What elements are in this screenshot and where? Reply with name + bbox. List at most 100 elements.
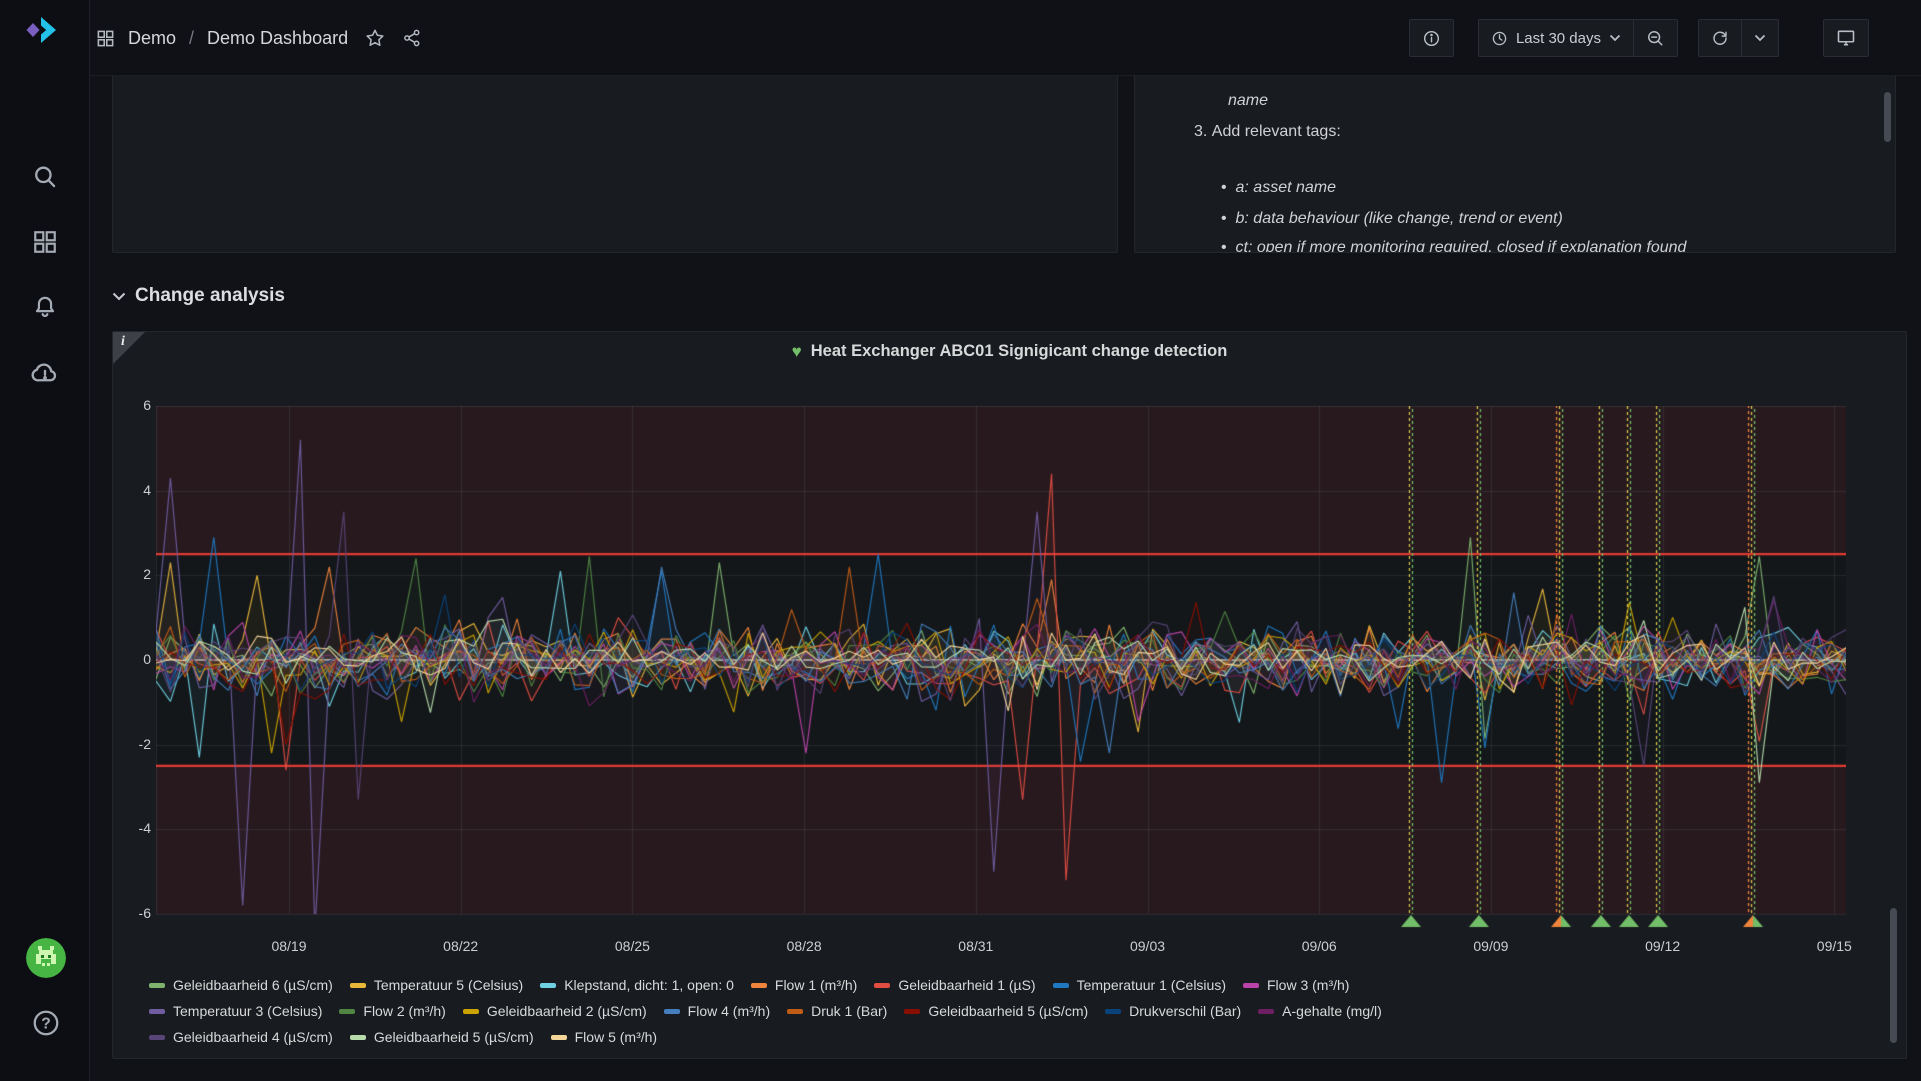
section-title: Change analysis <box>135 285 285 307</box>
x-tick-label: 09/15 <box>1794 938 1874 954</box>
legend-series-label: Flow 5 (m³/h) <box>575 1029 657 1045</box>
chart-legend: Geleidbaarheid 6 (µS/cm) Temperatuur 5 (C… <box>149 972 1869 1050</box>
notes-bullet-ct: • ct: open if more monitoring required, … <box>1221 239 1686 253</box>
legend-item[interactable]: Geleidbaarheid 5 (µS/cm) <box>904 1003 1088 1019</box>
alerting-bell-icon[interactable] <box>28 290 62 324</box>
x-tick-label: 09/03 <box>1108 938 1188 954</box>
y-tick-label: 4 <box>113 482 151 498</box>
zoom-out-button[interactable] <box>1633 20 1677 56</box>
legend-item[interactable]: Temperatuur 3 (Celsius) <box>149 1003 322 1019</box>
star-icon[interactable] <box>365 28 385 48</box>
breadcrumb-current[interactable]: Demo Dashboard <box>207 28 348 49</box>
legend-series-color <box>540 983 556 988</box>
refresh-button[interactable] <box>1699 20 1741 56</box>
legend-row: Temperatuur 3 (Celsius) Flow 2 (m³/h) Gele… <box>149 998 1869 1024</box>
legend-series-color <box>1243 983 1259 988</box>
legend-row: Geleidbaarheid 6 (µS/cm) Temperatuur 5 (C… <box>149 972 1869 998</box>
time-picker-group: Last 30 days <box>1478 19 1678 57</box>
legend-item[interactable]: Klepstand, dicht: 1, open: 0 <box>540 977 734 993</box>
legend-item[interactable]: Temperatuur 1 (Celsius) <box>1053 977 1226 993</box>
refresh-interval-button[interactable] <box>1741 20 1778 56</box>
legend-series-color <box>149 1035 165 1040</box>
legend-item[interactable]: Flow 4 (m³/h) <box>664 1003 770 1019</box>
sidebar: ? <box>0 0 90 1081</box>
legend-item[interactable]: Geleidbaarheid 6 (µS/cm) <box>149 977 333 993</box>
green-heart-icon: ♥ <box>792 343 802 360</box>
legend-series-label: A-gehalte (mg/l) <box>1282 1003 1382 1019</box>
x-tick-label: 08/31 <box>936 938 1016 954</box>
panel-title: Heat Exchanger ABC01 Signigicant change … <box>811 342 1228 361</box>
x-tick-label: 08/28 <box>764 938 844 954</box>
page-scrollbar-thumb[interactable] <box>1890 908 1897 1043</box>
y-tick-label: 0 <box>113 651 151 667</box>
legend-item[interactable]: Druk 1 (Bar) <box>787 1003 887 1019</box>
dashboard-toolbar: Last 30 days <box>1409 19 1869 57</box>
row-change-analysis[interactable]: Change analysis <box>112 282 285 310</box>
chart-canvas[interactable] <box>156 406 1846 928</box>
legend-series-color <box>874 983 890 988</box>
x-tick-label: 09/09 <box>1451 938 1531 954</box>
x-tick-label: 09/12 <box>1623 938 1703 954</box>
legend-series-label: Geleidbaarheid 5 (µS/cm) <box>928 1003 1088 1019</box>
legend-series-label: Temperatuur 5 (Celsius) <box>374 977 523 993</box>
legend-series-label: Geleidbaarheid 1 (µS) <box>898 977 1035 993</box>
legend-series-color <box>1105 1009 1121 1014</box>
top-header: Demo / Demo Dashboard <box>90 0 1921 76</box>
legend-item[interactable]: Geleidbaarheid 2 (µS/cm) <box>463 1003 647 1019</box>
legend-series-label: Geleidbaarheid 6 (µS/cm) <box>173 977 333 993</box>
app-logo-icon[interactable] <box>24 10 64 50</box>
kiosk-mode-button[interactable] <box>1823 19 1869 57</box>
legend-series-label: Flow 1 (m³/h) <box>775 977 857 993</box>
legend-series-color <box>1053 983 1069 988</box>
y-tick-label: 2 <box>113 566 151 582</box>
y-tick-label: -2 <box>113 736 151 752</box>
chart-panel: i ♥ Heat Exchanger ABC01 Signigicant cha… <box>112 331 1907 1059</box>
legend-series-label: Druk 1 (Bar) <box>811 1003 887 1019</box>
search-icon[interactable] <box>28 160 62 194</box>
legend-series-label: Flow 3 (m³/h) <box>1267 977 1349 993</box>
legend-item[interactable]: Flow 3 (m³/h) <box>1243 977 1349 993</box>
legend-series-color <box>339 1009 355 1014</box>
legend-item[interactable]: Geleidbaarheid 4 (µS/cm) <box>149 1029 333 1045</box>
x-tick-label: 08/22 <box>421 938 501 954</box>
legend-series-color <box>551 1035 567 1040</box>
y-tick-label: -4 <box>113 820 151 836</box>
legend-series-color <box>787 1009 803 1014</box>
legend-item[interactable]: Flow 2 (m³/h) <box>339 1003 445 1019</box>
time-range-button[interactable]: Last 30 days <box>1479 20 1633 56</box>
cloud-alert-icon[interactable] <box>28 356 62 390</box>
y-tick-label: 6 <box>113 397 151 413</box>
legend-series-label: Flow 2 (m³/h) <box>363 1003 445 1019</box>
breadcrumb-separator: / <box>189 28 194 49</box>
breadcrumb: Demo / Demo Dashboard <box>96 0 422 76</box>
grafana-dashboard: ? Demo / Demo Dashboard <box>0 0 1921 1081</box>
legend-series-label: Temperatuur 3 (Celsius) <box>173 1003 322 1019</box>
info-icon <box>1410 20 1453 56</box>
notes-numbered-item: 3. Add relevant tags: <box>1194 123 1341 141</box>
legend-series-color <box>149 983 165 988</box>
info-button[interactable] <box>1409 19 1454 57</box>
breadcrumb-root[interactable]: Demo <box>128 28 176 49</box>
clock-icon <box>1491 30 1508 47</box>
panel-title-row[interactable]: ♥ Heat Exchanger ABC01 Signigicant chang… <box>113 342 1906 361</box>
dashboards-grid-icon[interactable] <box>96 29 115 48</box>
user-avatar[interactable] <box>26 938 66 978</box>
panel-scrollbar-thumb[interactable] <box>1884 92 1891 142</box>
legend-series-label: Geleidbaarheid 2 (µS/cm) <box>487 1003 647 1019</box>
legend-item[interactable]: Geleidbaarheid 5 (µS/cm) <box>350 1029 534 1045</box>
legend-item[interactable]: Drukverschil (Bar) <box>1105 1003 1241 1019</box>
dashboards-icon[interactable] <box>28 225 62 259</box>
help-icon[interactable]: ? <box>31 1008 61 1038</box>
share-icon[interactable] <box>402 28 422 48</box>
legend-item[interactable]: Flow 1 (m³/h) <box>751 977 857 993</box>
x-tick-label: 09/06 <box>1279 938 1359 954</box>
notes-bullet-b: • b: data behaviour (like change, trend … <box>1221 210 1563 228</box>
legend-item[interactable]: A-gehalte (mg/l) <box>1258 1003 1382 1019</box>
legend-item[interactable]: Flow 5 (m³/h) <box>551 1029 657 1045</box>
legend-series-label: Geleidbaarheid 4 (µS/cm) <box>173 1029 333 1045</box>
legend-row: Geleidbaarheid 4 (µS/cm) Geleidbaarheid 5… <box>149 1024 1869 1050</box>
legend-series-color <box>350 983 366 988</box>
legend-item[interactable]: Geleidbaarheid 1 (µS) <box>874 977 1035 993</box>
legend-item[interactable]: Temperatuur 5 (Celsius) <box>350 977 523 993</box>
notes-line-name: name <box>1228 92 1268 110</box>
